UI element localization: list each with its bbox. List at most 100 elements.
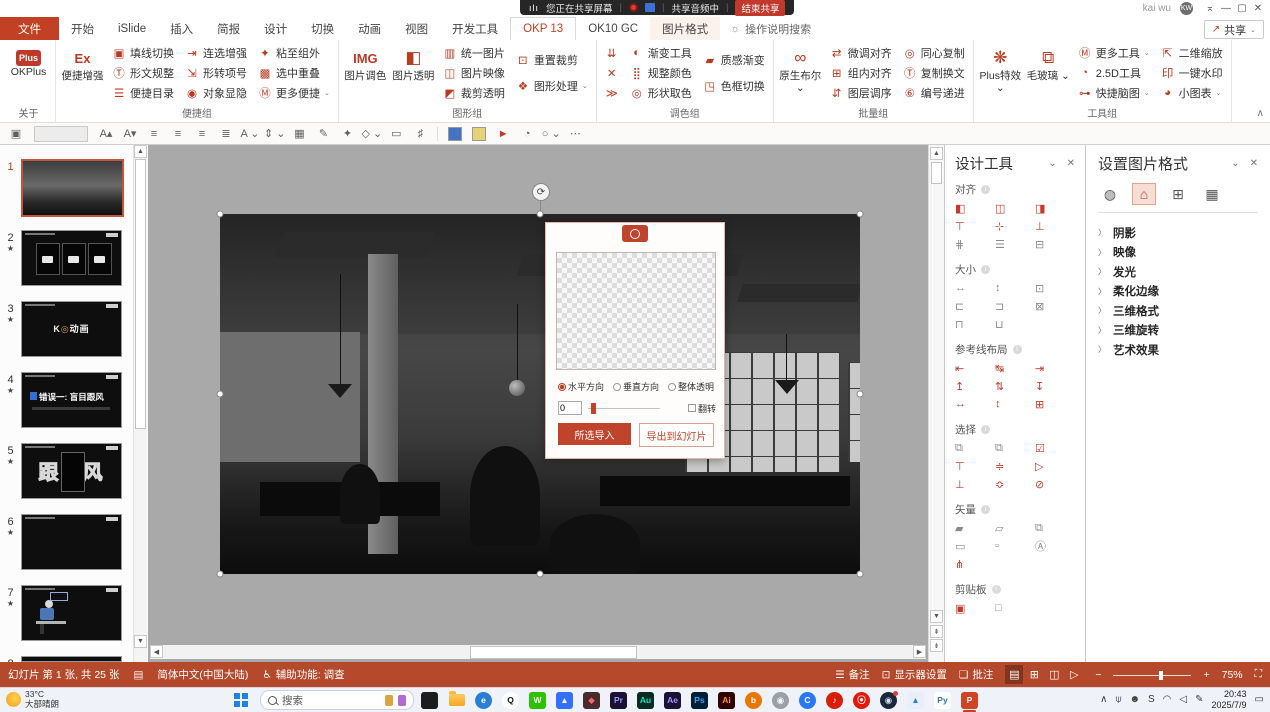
ribbon-item-icon[interactable]: ≫: [602, 83, 622, 102]
flip-checkbox[interactable]: [688, 404, 696, 412]
guide-center-icon[interactable]: ↹: [995, 361, 1035, 375]
columns-icon[interactable]: ▦: [290, 125, 310, 143]
decrease-font-icon[interactable]: A▾: [120, 125, 140, 143]
info-icon[interactable]: i: [981, 425, 990, 434]
slide-thumbnail-7[interactable]: [21, 585, 122, 641]
hidden-icons-chevron[interactable]: ∧: [1100, 694, 1107, 705]
vector-subtract-icon[interactable]: ▫: [995, 539, 1035, 553]
share-button[interactable]: ↗ 共享 ⌄: [1204, 20, 1264, 39]
vector-intersect-icon[interactable]: ▭: [955, 539, 995, 553]
ribbon-item-图层调序[interactable]: ⇵图层调序: [827, 83, 895, 102]
slide-thumbnail-2[interactable]: [21, 230, 122, 286]
scrollbar-thumb[interactable]: [470, 646, 637, 659]
height-fit-icon[interactable]: ⊐: [995, 299, 1035, 313]
align-center-h-icon[interactable]: ◫: [995, 201, 1035, 215]
same-size-icon[interactable]: ⊡: [1035, 281, 1075, 295]
mountain-app[interactable]: ▲: [556, 692, 573, 709]
ribbon-button-便捷增强[interactable]: Ex便捷增强: [59, 42, 106, 104]
select-checked-icon[interactable]: ☑: [1035, 441, 1075, 455]
scroll-right-button[interactable]: ▶: [913, 645, 926, 658]
tab-图片格式[interactable]: 图片格式: [650, 17, 720, 40]
tab-视图[interactable]: 视图: [393, 17, 440, 40]
format-item-映像[interactable]: 〉映像: [1098, 243, 1258, 263]
align-left-icon[interactable]: ◧: [955, 201, 995, 215]
tab-ok10-gc[interactable]: OK10 GC: [576, 17, 650, 40]
format-item-柔化边缘[interactable]: 〉柔化边缘: [1098, 282, 1258, 302]
animation-timer-icon[interactable]: ◔: [517, 125, 537, 143]
justify-icon[interactable]: ≣: [216, 125, 236, 143]
comments-button[interactable]: ❏ 批注: [959, 667, 993, 682]
align-left-icon[interactable]: ≡: [144, 125, 164, 143]
netease-music-app[interactable]: ♪: [826, 692, 843, 709]
ribbon-item-裁剪透明[interactable]: ◩裁剪透明: [440, 83, 508, 102]
ribbon-button-OKPlus[interactable]: PlusOKPlus: [5, 42, 52, 104]
flip-option[interactable]: 翻转: [688, 402, 716, 415]
scroll-down-button[interactable]: ▼: [930, 610, 943, 623]
hash-icon[interactable]: ♯: [410, 125, 430, 143]
minimize-icon[interactable]: —: [1218, 3, 1234, 14]
mic-icon[interactable]: ⍦: [1115, 694, 1121, 705]
photoshop-app[interactable]: Ps: [691, 692, 708, 709]
ribbon-item-更多便捷[interactable]: Ⓜ更多便捷⌄: [255, 83, 333, 102]
ribbon-item-便捷目录[interactable]: ☰便捷目录: [109, 83, 177, 102]
wechat-app[interactable]: W: [529, 692, 546, 709]
select-bottom-icon[interactable]: ⊥: [955, 477, 995, 491]
scroll-up-button[interactable]: ▲: [134, 145, 147, 158]
ribbon-item-重置裁剪[interactable]: ⊡重置裁剪: [513, 50, 591, 69]
language-status[interactable]: 简体中文(中国大陆): [157, 667, 248, 682]
ribbon-item-微调对齐[interactable]: ⇄微调对齐: [827, 44, 895, 63]
info-icon[interactable]: i: [981, 265, 990, 274]
animation-painter-icon[interactable]: ✦: [338, 125, 358, 143]
selection-handle-0[interactable]: [217, 211, 224, 218]
tab-file[interactable]: 文件: [0, 17, 59, 40]
size-properties-icon[interactable]: ⊞: [1166, 183, 1190, 205]
format-item-阴影[interactable]: 〉阴影: [1098, 223, 1258, 243]
tab-切换[interactable]: 切换: [299, 17, 346, 40]
weather-widget[interactable]: 33°C 大部晴朗: [6, 690, 59, 709]
qq-app[interactable]: Q: [502, 692, 519, 709]
gray-cam-app[interactable]: ◉: [772, 692, 789, 709]
selection-handle-1[interactable]: [537, 211, 544, 218]
azure-app[interactable]: ▲: [907, 692, 924, 709]
next-slide-button[interactable]: ⇟: [930, 639, 943, 652]
info-icon[interactable]: i: [981, 505, 990, 514]
ribbon-item-编号递进[interactable]: ⑥编号递进: [900, 83, 968, 102]
save-icon[interactable]: ▣: [6, 125, 26, 143]
sogou-icon[interactable]: S: [1148, 694, 1155, 705]
select-top-icon[interactable]: ⊤: [955, 459, 995, 473]
ribbon-item-形状取色[interactable]: ◎形状取色: [627, 83, 695, 102]
radio-水平方向[interactable]: 水平方向: [558, 380, 604, 393]
ribbon-item-图片映像[interactable]: ◫图片映像: [440, 64, 508, 83]
vector-union-icon[interactable]: ▰: [955, 521, 995, 535]
picture-frame-icon[interactable]: ▭: [386, 125, 406, 143]
selection-handle-2[interactable]: [857, 211, 864, 218]
edge-browser[interactable]: e: [475, 692, 492, 709]
align-bottom-icon[interactable]: ⊥: [1035, 219, 1075, 233]
vector-branch-icon[interactable]: ⋔: [955, 557, 995, 571]
zoom-level[interactable]: 75%: [1222, 669, 1243, 681]
ribbon-item-更多工具[interactable]: Ⓜ更多工具⌄: [1075, 44, 1153, 63]
tab-开始[interactable]: 开始: [59, 17, 106, 40]
powerpoint-app[interactable]: P: [961, 692, 978, 709]
format-item-艺术效果[interactable]: 〉艺术效果: [1098, 340, 1258, 360]
tell-me-search[interactable]: ☼ 操作说明搜索: [720, 17, 821, 40]
ribbon-item-色框切换[interactable]: ◳色框切换: [700, 77, 768, 96]
select-range-icon[interactable]: ≎: [995, 477, 1035, 491]
slide-image[interactable]: [220, 214, 860, 574]
ribbon-item-连选增强[interactable]: ⇥连选增强: [182, 44, 250, 63]
select-same-format-icon[interactable]: ⧉: [955, 441, 995, 455]
dialog-tool-button[interactable]: [622, 225, 648, 242]
chevron-down-icon[interactable]: ⌄: [1231, 158, 1239, 169]
ribbon-item-形转项号[interactable]: ⇲形转项号: [182, 64, 250, 83]
ribbon-item-二维缩放[interactable]: ⇱二维缩放: [1158, 44, 1226, 63]
align-right-icon[interactable]: ≡: [192, 125, 212, 143]
shape-icon[interactable]: ◇ ⌄: [362, 125, 383, 143]
display-settings-button[interactable]: ⊡ 显示器设置: [882, 667, 947, 682]
rotate-handle[interactable]: ⟳: [532, 183, 550, 201]
people-icon[interactable]: ☻: [1129, 694, 1140, 705]
selection-handle-6[interactable]: [537, 571, 544, 578]
accessibility-status[interactable]: ♿ 辅助功能: 调查: [262, 667, 344, 682]
ribbon-item-形文规整[interactable]: Ⓣ形文规整: [109, 64, 177, 83]
size-fit-icon[interactable]: ⊠: [1035, 299, 1075, 313]
import-selected-button[interactable]: 所选导入: [558, 423, 631, 445]
